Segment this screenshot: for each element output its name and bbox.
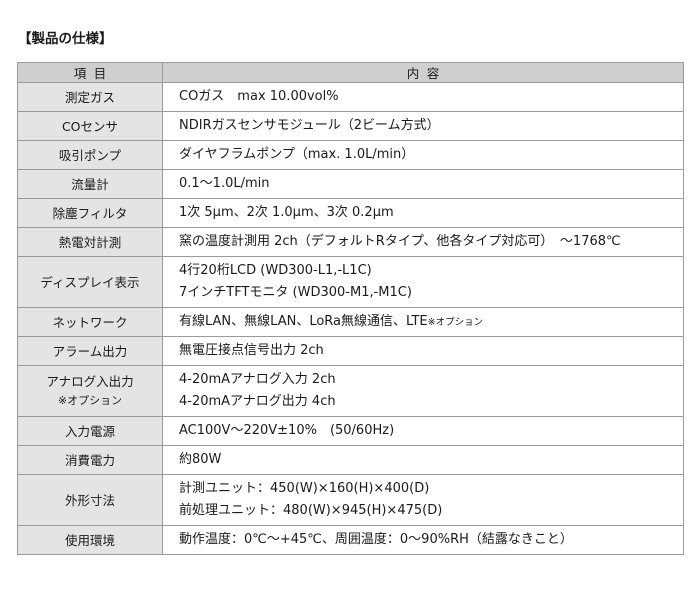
table-row: 入力電源 AC100V〜220V±10% (50/60Hz): [17, 416, 684, 446]
row-label-alarm: アラーム出力: [17, 336, 163, 366]
row-label-flowmeter: 流量計: [17, 169, 163, 199]
table-row: ネットワーク 有線LAN、無線LAN、LoRa無線通信、LTE※オプション: [17, 307, 684, 337]
value-line: 動作温度：0℃〜+45℃、周囲温度：0〜90%RH（結露なきこと）: [179, 532, 573, 547]
table-row: 消費電力 約80W: [17, 445, 684, 475]
row-value-network: 有線LAN、無線LAN、LoRa無線通信、LTE※オプション: [162, 307, 684, 337]
row-value-power-input: AC100V〜220V±10% (50/60Hz): [162, 416, 684, 446]
value-line: AC100V〜220V±10% (50/60Hz): [179, 423, 395, 438]
table-row: 熱電対計測 窯の温度計測用 2ch（デフォルトRタイプ、他各タイプ対応可） 〜1…: [17, 227, 684, 257]
column-header-content: 内容: [162, 62, 684, 83]
value-line: 1次 5μm、2次 1.0μm、3次 0.2μm: [179, 205, 394, 220]
value-line: ダイヤフラムポンプ（max. 1.0L/min）: [179, 147, 415, 162]
row-value-analog-io: 4-20mAアナログ入力 2ch 4-20mAアナログ出力 4ch: [162, 365, 684, 417]
row-label-gas: 測定ガス: [17, 82, 163, 112]
row-value-filter: 1次 5μm、2次 1.0μm、3次 0.2μm: [162, 198, 684, 228]
table-row: ディスプレイ表示 4行20桁LCD (WD300-L1,-L1C) 7インチTF…: [17, 256, 684, 308]
row-value-environment: 動作温度：0℃〜+45℃、周囲温度：0〜90%RH（結露なきこと）: [162, 525, 684, 555]
row-value-gas: COガス max 10.00vol%: [162, 82, 684, 112]
row-label-environment: 使用環境: [17, 525, 163, 555]
column-header-item: 項目: [17, 62, 163, 83]
table-row: 外形寸法 計測ユニット：450(W)×160(H)×400(D) 前処理ユニット…: [17, 474, 684, 526]
value-line: 約80W: [179, 452, 222, 467]
value-line: 4-20mAアナログ出力 4ch: [179, 394, 336, 409]
value-text: 有線LAN、無線LAN、LoRa無線通信、LTE: [179, 313, 428, 329]
row-label-co-sensor: COセンサ: [17, 111, 163, 141]
value-line: 4-20mAアナログ入力 2ch: [179, 372, 336, 387]
table-row: アラーム出力 無電圧接点信号出力 2ch: [17, 336, 684, 366]
value-line: NDIRガスセンサモジュール（2ビーム方式）: [179, 118, 440, 133]
row-label-filter: 除塵フィルタ: [17, 198, 163, 228]
row-label-power-input: 入力電源: [17, 416, 163, 446]
value-line: COガス max 10.00vol%: [179, 89, 339, 104]
table-row: 吸引ポンプ ダイヤフラムポンプ（max. 1.0L/min）: [17, 140, 684, 170]
row-value-display: 4行20桁LCD (WD300-L1,-L1C) 7インチTFTモニタ (WD3…: [162, 256, 684, 308]
value-line: 0.1〜1.0L/min: [179, 176, 270, 191]
table-row: COセンサ NDIRガスセンサモジュール（2ビーム方式）: [17, 111, 684, 141]
table-row: 使用環境 動作温度：0℃〜+45℃、周囲温度：0〜90%RH（結露なきこと）: [17, 525, 684, 555]
table-row: 測定ガス COガス max 10.00vol%: [17, 82, 684, 112]
value-line: 7インチTFTモニタ (WD300-M1,-M1C): [179, 285, 412, 300]
option-note: ※オプション: [57, 394, 123, 407]
row-label-analog-io: アナログ入出力 ※オプション: [17, 365, 163, 417]
row-label-thermocouple: 熱電対計測: [17, 227, 163, 257]
value-line: 計測ユニット：450(W)×160(H)×400(D): [179, 481, 430, 496]
row-label-pump: 吸引ポンプ: [17, 140, 163, 170]
row-value-flowmeter: 0.1〜1.0L/min: [162, 169, 684, 199]
table-row: 除塵フィルタ 1次 5μm、2次 1.0μm、3次 0.2μm: [17, 198, 684, 228]
table-row: 流量計 0.1〜1.0L/min: [17, 169, 684, 199]
row-value-pump: ダイヤフラムポンプ（max. 1.0L/min）: [162, 140, 684, 170]
table-header-row: 項目 内容: [17, 62, 684, 83]
row-value-co-sensor: NDIRガスセンサモジュール（2ビーム方式）: [162, 111, 684, 141]
row-value-dimensions: 計測ユニット：450(W)×160(H)×400(D) 前処理ユニット：480(…: [162, 474, 684, 526]
value-line: 4行20桁LCD (WD300-L1,-L1C): [179, 263, 372, 278]
table-row: アナログ入出力 ※オプション 4-20mAアナログ入力 2ch 4-20mAアナ…: [17, 365, 684, 417]
label-text: アナログ入出力: [46, 374, 134, 389]
spec-table: 項目 内容 測定ガス COガス max 10.00vol% COセンサ NDIR…: [17, 62, 684, 555]
value-line: 窯の温度計測用 2ch（デフォルトRタイプ、他各タイプ対応可） 〜1768℃: [179, 234, 621, 249]
row-value-power-consumption: 約80W: [162, 445, 684, 475]
value-line: 無電圧接点信号出力 2ch: [179, 343, 324, 358]
row-value-thermocouple: 窯の温度計測用 2ch（デフォルトRタイプ、他各タイプ対応可） 〜1768℃: [162, 227, 684, 257]
row-value-alarm: 無電圧接点信号出力 2ch: [162, 336, 684, 366]
option-note: ※オプション: [427, 316, 484, 328]
row-label-display: ディスプレイ表示: [17, 256, 163, 308]
row-label-power-consumption: 消費電力: [17, 445, 163, 475]
row-label-dimensions: 外形寸法: [17, 474, 163, 526]
row-label-network: ネットワーク: [17, 307, 163, 337]
section-heading: 【製品の仕様】: [18, 31, 113, 47]
value-line: 前処理ユニット：480(W)×945(H)×475(D): [179, 503, 443, 518]
